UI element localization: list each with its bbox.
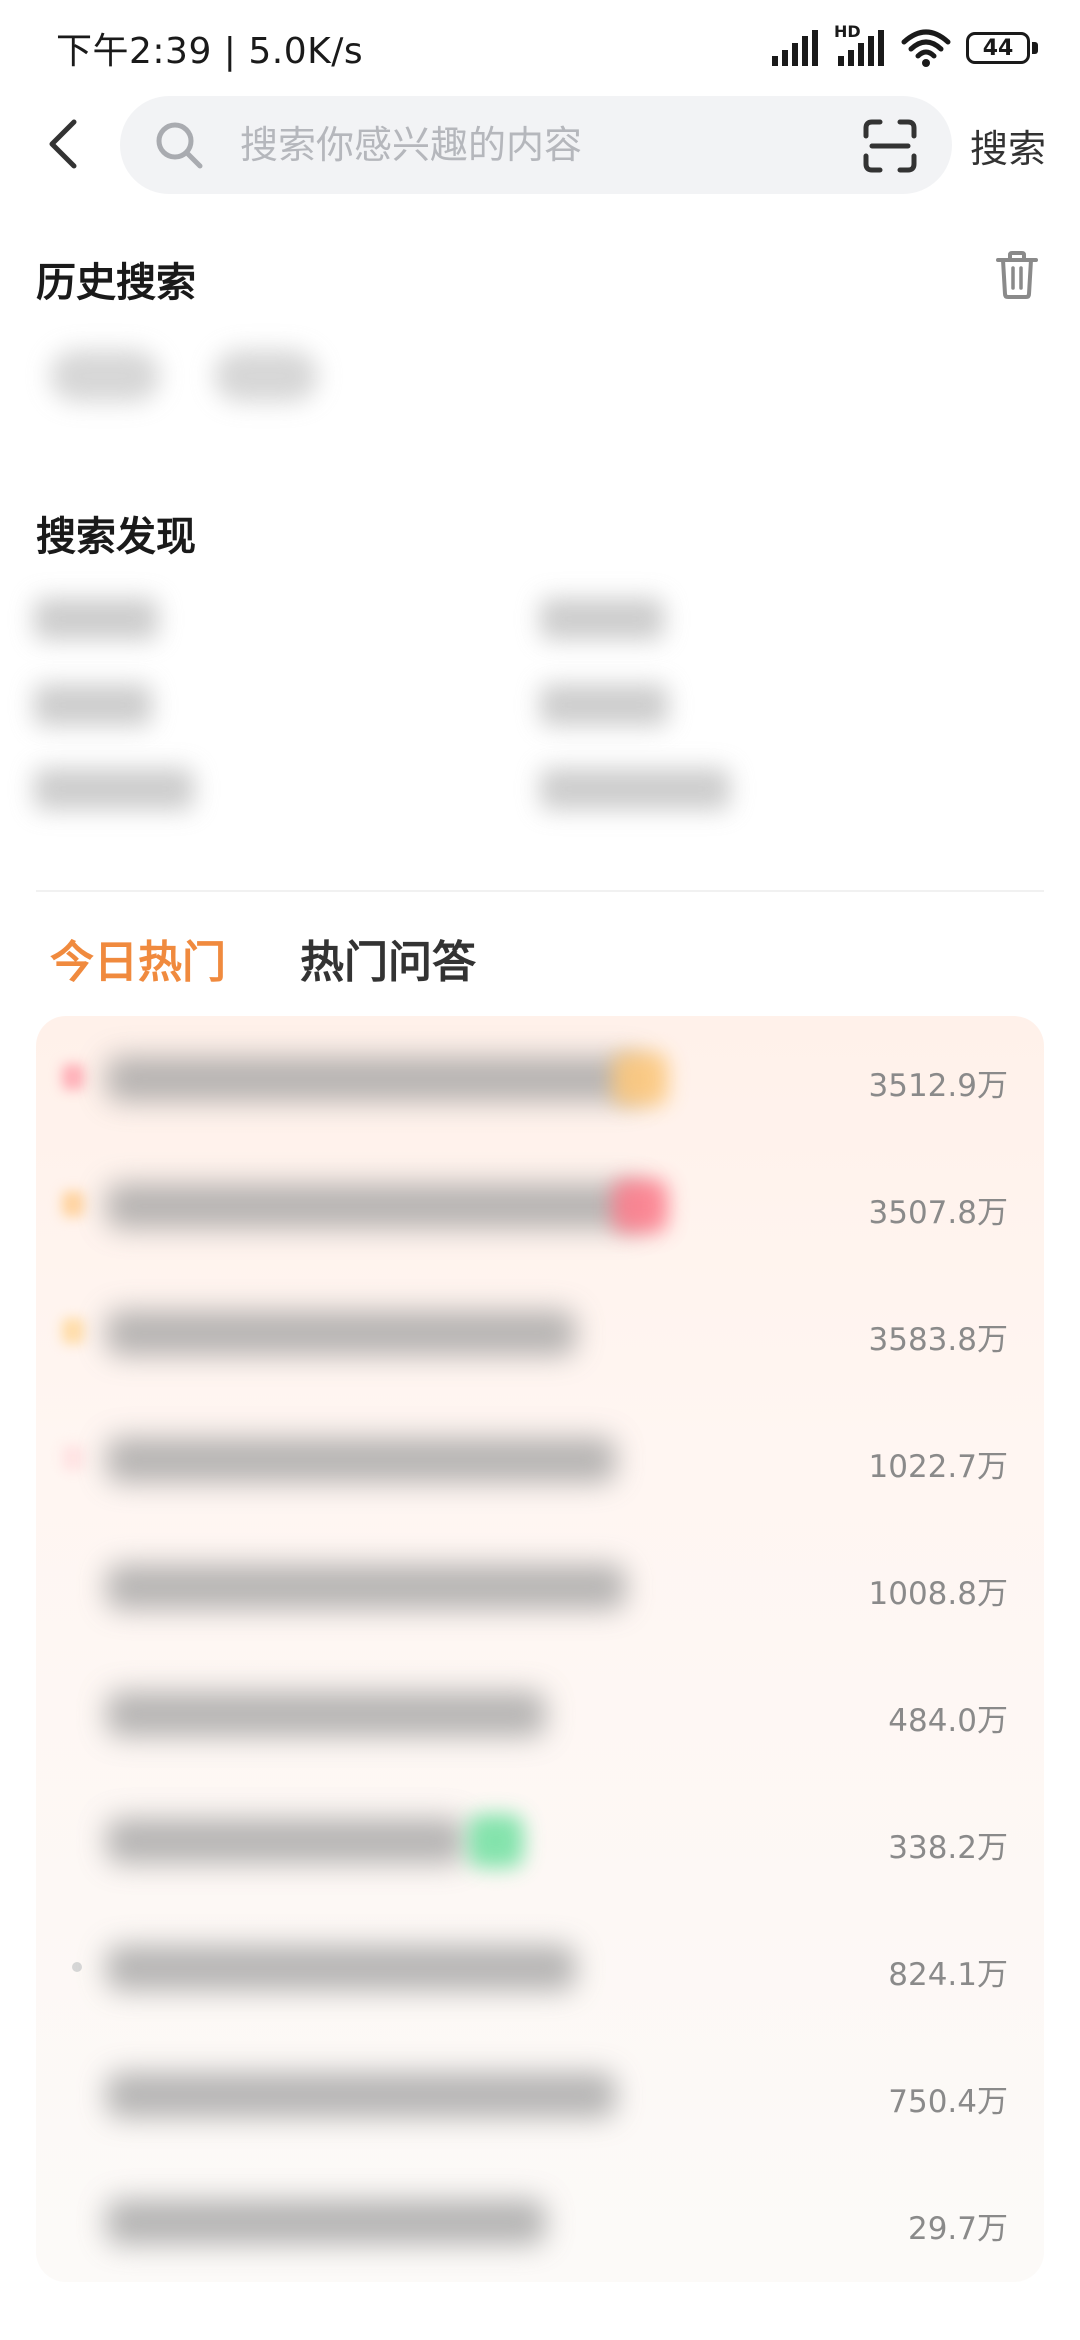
search-box[interactable] [120, 96, 952, 194]
hot-count: 3507.8万 [868, 1195, 1008, 1231]
hot-count: 1022.7万 [868, 1449, 1008, 1485]
hot-list-item[interactable]: 484.0万 [36, 1651, 1044, 1778]
hot-count: 29.7万 [907, 2211, 1008, 2247]
rank-badge [62, 1064, 84, 1090]
hot-count: 750.4万 [888, 2084, 1008, 2120]
hot-title [106, 1310, 576, 1356]
history-chip[interactable] [214, 350, 318, 402]
search-header: 搜索 [0, 92, 1080, 198]
divider [36, 890, 1044, 892]
hot-list-item[interactable]: 1008.8万 [36, 1524, 1044, 1651]
signal-hd-icon [838, 30, 884, 66]
status-time: 下午2:39 [56, 31, 212, 72]
battery-icon: 44 [966, 28, 1040, 68]
hot-count: 1008.8万 [868, 1576, 1008, 1612]
hot-count: 824.1万 [888, 1957, 1008, 1993]
discover-item[interactable] [540, 768, 730, 810]
discover-item[interactable] [540, 684, 668, 726]
hot-list-item[interactable]: 750.4万 [36, 2032, 1044, 2159]
battery-level: 44 [966, 32, 1030, 64]
hot-count: 338.2万 [888, 1830, 1008, 1866]
hot-list: 3512.9万 3507.8万 3583.8万 1022.7万 1008.8万 … [36, 1016, 1044, 2282]
hot-list-item[interactable]: 824.1万 [36, 1905, 1044, 2032]
tab-hot-qa[interactable]: 热门问答 [300, 926, 476, 990]
hot-tag-badge [468, 1814, 524, 1868]
status-icons: HD 44 [770, 22, 1040, 70]
rank-dot [72, 1962, 82, 1972]
history-title: 历史搜索 [36, 260, 196, 306]
hot-list-item[interactable]: 3507.8万 [36, 1143, 1044, 1270]
discover-item[interactable] [34, 768, 194, 810]
signal-icon [772, 30, 818, 66]
status-time-speed: 下午2:39 | 5.0K/s [56, 31, 364, 72]
hot-list-item[interactable]: 1022.7万 [36, 1397, 1044, 1524]
hot-title [106, 2072, 616, 2118]
hot-title [106, 1564, 626, 1610]
hot-title [106, 1818, 466, 1864]
search-icon [156, 122, 203, 169]
search-page: 下午2:39 | 5.0K/s HD 44 搜索你感兴趣的内容 搜索 历史搜索 … [0, 0, 1080, 2340]
discover-title: 搜索发现 [36, 514, 196, 560]
hot-list-item[interactable]: 338.2万 [36, 1778, 1044, 1905]
history-chip[interactable] [50, 350, 160, 402]
hot-title [106, 1437, 616, 1483]
hot-count: 484.0万 [888, 1703, 1008, 1739]
chevron-left-icon [49, 119, 77, 169]
hot-title [106, 1056, 646, 1102]
back-button[interactable] [34, 114, 94, 174]
signal-hd-group: HD [834, 22, 886, 68]
discover-item[interactable] [34, 684, 152, 726]
hot-title [106, 1183, 646, 1229]
rank-badge [62, 1191, 84, 1217]
hot-title [106, 1691, 546, 1737]
rank-badge [62, 1445, 84, 1471]
hot-count: 3583.8万 [868, 1322, 1008, 1358]
wifi-icon [901, 29, 951, 67]
hot-list-item[interactable]: 3583.8万 [36, 1270, 1044, 1397]
scan-icon[interactable] [862, 118, 918, 174]
discover-item[interactable] [540, 598, 664, 640]
hot-list-item[interactable]: 29.7万 [36, 2159, 1044, 2282]
tab-today-hot[interactable]: 今日热门 [50, 926, 226, 990]
search-button[interactable]: 搜索 [970, 118, 1046, 173]
hot-list-item[interactable]: 3512.9万 [36, 1016, 1044, 1143]
hot-title [106, 2199, 546, 2245]
network-speed: 5.0K/s [248, 31, 364, 72]
discover-item[interactable] [34, 598, 158, 640]
status-bar: 下午2:39 | 5.0K/s HD 44 [0, 0, 1080, 96]
rank-badge [62, 1318, 84, 1344]
hot-tag-badge [612, 1052, 668, 1106]
trash-icon[interactable] [994, 250, 1040, 300]
hot-tag-badge [612, 1179, 668, 1233]
search-input[interactable] [240, 110, 800, 180]
hot-count: 3512.9万 [868, 1068, 1008, 1104]
hot-title [106, 1945, 576, 1991]
